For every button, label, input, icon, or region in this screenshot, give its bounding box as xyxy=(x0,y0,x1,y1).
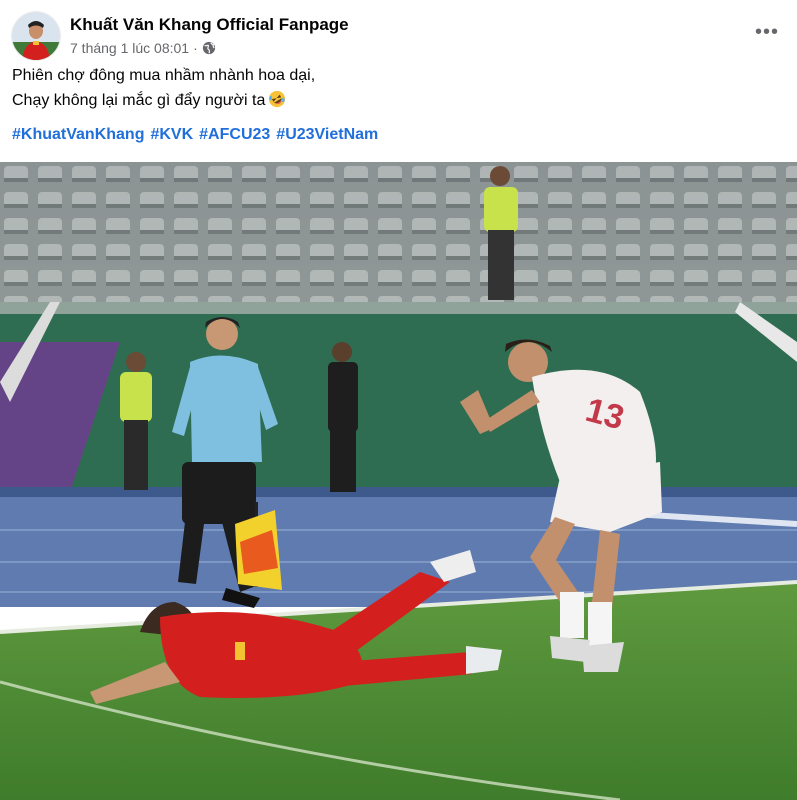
post-header: Khuất Văn Khang Official Fanpage 7 tháng… xyxy=(12,10,787,62)
more-options-button[interactable]: ••• xyxy=(753,21,781,43)
football-match-photo: 13 xyxy=(0,162,797,800)
post-caption: Phiên chợ đông mua nhầm nhành hoa dại, C… xyxy=(12,63,785,113)
post-timestamp[interactable]: 7 tháng 1 lúc 08:01 xyxy=(70,38,189,58)
caption-line-2-text: Chạy không lại mắc gì đẩy người ta xyxy=(12,92,266,109)
rolling-on-floor-laughing-emoji-icon xyxy=(268,90,286,108)
post-photo[interactable]: 13 xyxy=(0,162,797,800)
dot-separator: · xyxy=(193,40,198,56)
caption-line-1: Phiên chợ đông mua nhầm nhành hoa dại, xyxy=(12,67,316,84)
page-avatar[interactable] xyxy=(12,12,60,60)
post-meta: Khuất Văn Khang Official Fanpage 7 tháng… xyxy=(70,14,349,58)
hashtag-link[interactable]: #KVK xyxy=(150,126,193,143)
post-subline: 7 tháng 1 lúc 08:01 · xyxy=(70,38,349,58)
caption-line-2: Chạy không lại mắc gì đẩy người ta xyxy=(12,88,785,113)
hashtag-row: #KhuatVanKhang #KVK #AFCU23 #U23VietNam xyxy=(12,123,785,147)
security-guard xyxy=(328,342,358,492)
hashtag-link[interactable]: #KhuatVanKhang xyxy=(12,126,144,143)
advertising-wall xyxy=(0,302,797,487)
page-name-link[interactable]: Khuất Văn Khang Official Fanpage xyxy=(70,14,349,36)
hashtag-link[interactable]: #U23VietNam xyxy=(276,126,378,143)
steward-left xyxy=(120,352,152,490)
facebook-post: Khuất Văn Khang Official Fanpage 7 tháng… xyxy=(0,0,797,800)
globe-icon[interactable] xyxy=(202,41,216,55)
hashtag-link[interactable]: #AFCU23 xyxy=(199,126,270,143)
